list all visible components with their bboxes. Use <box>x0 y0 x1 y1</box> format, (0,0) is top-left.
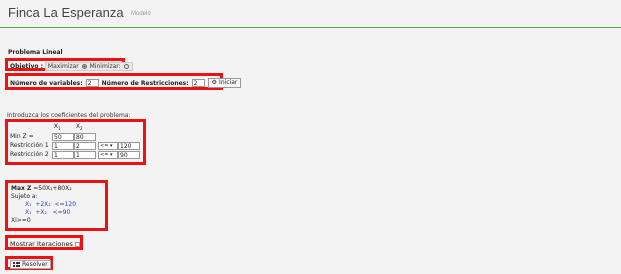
num-constraints-label: Número de Restricciones: <box>101 79 189 87</box>
coef-input[interactable]: 1 <box>52 150 74 159</box>
coef-input[interactable]: 1 <box>74 150 96 159</box>
iterations-checkbox[interactable] <box>74 241 80 247</box>
coefficients-panel: X1 X2 Min Z = 50 80 Restricción 1 1 2 <=… <box>5 119 146 165</box>
iterations-label: Mostrar Iteraciones <box>10 240 73 248</box>
constraint-2: X₁ +X₂ <=90 <box>25 209 71 216</box>
problem-label: Problema Lineal <box>8 49 63 56</box>
table-row: Restricción 1 1 2 <= ▾ 120 <box>10 141 140 150</box>
rhs-input[interactable]: 90 <box>118 150 140 159</box>
operator-select[interactable]: <= ▾ <box>98 141 118 150</box>
config-panel: Número de variables: 2 Número de Restric… <box>5 73 242 90</box>
start-button[interactable]: ⚙ Iniciar <box>207 78 242 88</box>
constraint-1: X₁ +2X₂ <=120 <box>25 201 77 208</box>
table-row: Restricción 2 1 1 <= ▾ 90 <box>10 150 140 159</box>
subject-to-label: Sujeto a: <box>11 193 38 200</box>
objective-options: Maximizar Minimizar: <box>44 62 133 71</box>
start-button-label: Iniciar <box>219 79 238 86</box>
resolve-button-label: Resolver <box>22 261 48 268</box>
num-constraints-input[interactable]: 2 <box>191 79 205 87</box>
coef-input[interactable]: 1 <box>52 141 74 150</box>
row-label: Restricción 1 <box>10 142 49 149</box>
resolve-button[interactable]: Resolver <box>10 260 51 269</box>
row-label: Min Z = <box>10 133 34 140</box>
non-negativity: Xi>=0 <box>11 217 31 224</box>
gear-icon: ⚙ <box>211 79 218 86</box>
minimize-radio[interactable] <box>81 64 87 69</box>
maximize-label[interactable]: Maximizar <box>48 63 79 70</box>
header: Finca La Esperanza Modelo <box>0 0 621 28</box>
page-title: Finca La Esperanza <box>8 5 124 20</box>
coef-input[interactable]: 2 <box>74 141 96 150</box>
model-panel: Max Z =50X₁+80X₂ Sujeto a: X₁ +2X₂ <=120… <box>5 180 108 231</box>
objective-panel: Objetivo : Maximizar Minimizar: <box>5 58 133 71</box>
minimize-label[interactable]: Minimizar: <box>90 63 121 70</box>
objective-function: Max Z =50X₁+80X₂ <box>11 185 72 192</box>
coefficients-prompt: Introduzca los coeficientes del problema… <box>7 112 131 119</box>
resolve-panel: Resolver <box>5 256 53 270</box>
table-row: Min Z = 50 80 <box>10 132 140 141</box>
table-header-row: X1 X2 <box>10 123 140 132</box>
table-icon <box>13 262 20 267</box>
page-subtitle: Modelo <box>131 11 151 17</box>
iterations-panel: Mostrar Iteraciones <box>5 235 83 250</box>
header-x1: X1 <box>53 123 61 132</box>
header-x2: X2 <box>75 123 83 132</box>
operator-select[interactable]: <= ▾ <box>98 150 118 159</box>
row-label: Restricción 2 <box>10 151 49 158</box>
coefficients-table: X1 X2 Min Z = 50 80 Restricción 1 1 2 <=… <box>10 123 140 159</box>
num-vars-input[interactable]: 2 <box>85 79 99 87</box>
rhs-input[interactable]: 120 <box>118 141 140 150</box>
coef-input[interactable]: 80 <box>74 132 96 141</box>
trailing-radio[interactable] <box>123 64 129 69</box>
num-vars-label: Número de variables: <box>10 79 83 87</box>
coef-input[interactable]: 50 <box>52 132 74 141</box>
objective-label: Objetivo : <box>10 63 43 70</box>
header-divider <box>0 27 621 28</box>
